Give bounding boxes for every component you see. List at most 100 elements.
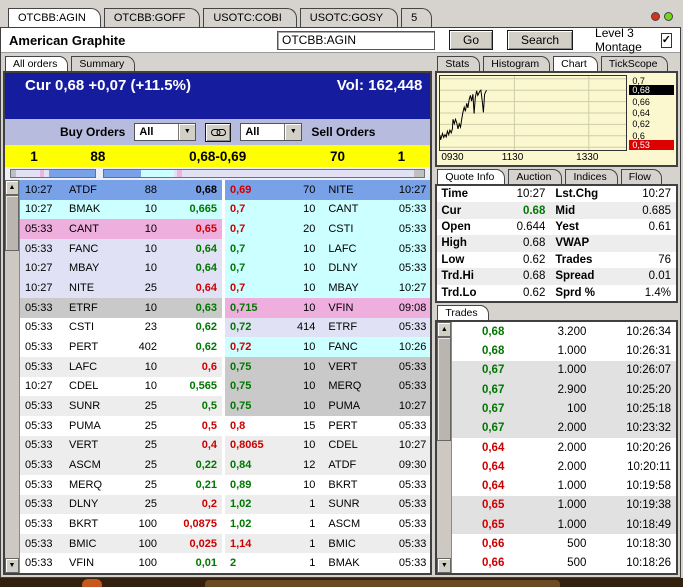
search-button[interactable]: Search: [507, 30, 574, 50]
order-row[interactable]: 05:33 ETRF 10 0,63 0,715 10 VFIN 09:08: [20, 297, 431, 318]
order-row[interactable]: 10:27 CDEL 10 0,565 0,75 10 MERQ 05:33: [20, 376, 431, 397]
trade-size: 1.000: [557, 499, 587, 512]
trades-scrollbar[interactable]: ▲ ▼: [437, 322, 453, 573]
buy-depth-bar: [10, 169, 96, 178]
tab-5[interactable]: 5: [401, 8, 433, 27]
tab-summary[interactable]: Summary: [71, 56, 136, 71]
ask-time: 05:33: [398, 380, 427, 393]
buy-filter-select[interactable]: All ▼: [134, 123, 197, 141]
ask-mmid: CSTI: [328, 223, 354, 236]
orders-scrollbar[interactable]: ▲ ▼: [5, 180, 20, 573]
bid-side: 05:33 ETRF 10 0,63: [20, 297, 222, 318]
order-row[interactable]: 05:33 LAFC 10 0,6 0,75 10 VERT 05:33: [20, 356, 431, 377]
tab-usotc-cobi[interactable]: USOTC:COBI: [203, 8, 297, 27]
bid-price: 0,2: [201, 498, 217, 511]
trade-row: 0,64 2.000 10:20:11: [452, 457, 676, 477]
bid-side: 05:33 CANT 10 0,65: [20, 219, 222, 239]
ask-size: 12: [303, 459, 316, 472]
scroll-down-icon[interactable]: ▼: [437, 558, 452, 573]
trade-size: 2.900: [557, 383, 587, 396]
order-row[interactable]: 05:33 BKRT 100 0,0875 1,02 1 ASCM 05:33: [20, 514, 431, 534]
bid-time: 05:33: [25, 537, 53, 550]
chart-plot: [439, 75, 628, 151]
order-row[interactable]: 05:33 DLNY 25 0,2 1,02 1 SUNR 05:33: [20, 494, 431, 515]
chart-tabs: Stats Histogram Chart TickScope: [435, 54, 678, 71]
scrollbar-track[interactable]: [5, 251, 19, 558]
bid-mmid: CDEL: [69, 380, 99, 393]
order-row[interactable]: 05:33 CANT 10 0,65 0,7 20 CSTI 05:33: [20, 219, 431, 239]
ask-size: 70: [303, 183, 316, 196]
order-row[interactable]: 05:33 SUNR 25 0,5 0,75 10 PUMA 10:27: [20, 396, 431, 416]
volume-line: Vol: 162,448: [336, 77, 423, 94]
quote-label: Trd.Hi: [441, 270, 474, 283]
order-row[interactable]: 10:27 BMAK 10 0,665 0,7 10 CANT 05:33: [20, 199, 431, 220]
scrollbar-thumb[interactable]: [437, 337, 452, 441]
tab-indices[interactable]: Indices: [565, 169, 618, 184]
trade-row: 0,65 1.000 10:18:49: [452, 515, 676, 535]
bid-time: 10:27: [25, 203, 53, 216]
order-row[interactable]: 10:27 MBAY 10 0,64 0,7 10 DLNY 05:33: [20, 258, 431, 279]
ask-side: 0,75 10 PUMA 10:27: [225, 396, 431, 416]
order-row[interactable]: 05:33 MERQ 25 0,21 0,89 10 BKRT 05:33: [20, 474, 431, 495]
chart-x-label: 1130: [501, 152, 524, 163]
tab-histogram[interactable]: Histogram: [483, 56, 551, 71]
scroll-up-icon[interactable]: ▲: [437, 322, 452, 337]
depth-bar-segment: [414, 170, 425, 177]
order-row[interactable]: 05:33 ASCM 25 0,22 0,84 12 ATDF 09:30: [20, 455, 431, 475]
ask-price: 0,84: [230, 459, 252, 472]
trade-size: 1.000: [557, 364, 587, 377]
sell-filter-select[interactable]: All ▼: [240, 123, 303, 141]
ask-mmid: BMAK: [328, 557, 360, 570]
tab-tickscope[interactable]: TickScope: [600, 56, 669, 71]
tab-otcbb-agin[interactable]: OTCBB:AGIN: [8, 8, 101, 27]
ask-side: 1,02 1 ASCM 05:33: [225, 514, 431, 534]
bid-time: 05:33: [25, 341, 53, 354]
chart-y-label: 0,62: [632, 119, 650, 130]
symbol-input[interactable]: [277, 30, 435, 50]
chevron-down-icon[interactable]: ▼: [178, 124, 196, 140]
order-row[interactable]: 05:33 CSTI 23 0,62 0,72 414 ETRF 05:33: [20, 317, 431, 338]
chevron-down-icon[interactable]: ▼: [284, 124, 302, 140]
tab-trades[interactable]: Trades: [437, 305, 489, 320]
order-row[interactable]: 05:33 FANC 10 0,64 0,7 10 LAFC 05:33: [20, 238, 431, 259]
ask-time: 10:26: [398, 341, 427, 354]
tab-chart[interactable]: Chart: [553, 56, 598, 71]
link-orders-button[interactable]: [205, 122, 232, 142]
level3-montage-checkbox[interactable]: ✓: [660, 32, 672, 48]
ask-side: 1,02 1 SUNR 05:33: [225, 494, 431, 515]
order-row[interactable]: 05:33 PERT 402 0,62 0,72 10 FANC 10:26: [20, 337, 431, 357]
bid-time: 10:27: [25, 380, 53, 393]
bid-size: 10: [144, 360, 157, 373]
scrollbar-thumb[interactable]: [5, 195, 19, 251]
scroll-down-icon[interactable]: ▼: [5, 558, 19, 573]
order-row[interactable]: 05:33 BMIC 100 0,025 1,14 1 BMIC 05:33: [20, 533, 431, 554]
order-row[interactable]: 10:27 NITE 25 0,64 0,7 10 MBAY 10:27: [20, 278, 431, 298]
scroll-up-icon[interactable]: ▲: [5, 180, 19, 195]
tab-usotc-gosy[interactable]: USOTC:GOSY: [299, 8, 399, 27]
ask-size: 1: [309, 498, 316, 511]
tab-otcbb-goff[interactable]: OTCBB:GOFF: [103, 8, 201, 27]
tab-auction[interactable]: Auction: [508, 169, 563, 184]
quote-value: 0.68: [522, 270, 546, 283]
scrollbar-track[interactable]: [437, 441, 451, 558]
ask-price: 0,72: [230, 321, 252, 334]
order-row[interactable]: 05:33 VERT 25 0,4 0,8065 10 CDEL 10:27: [20, 435, 431, 456]
bid-mmid: PUMA: [69, 419, 101, 432]
trade-size: 1.000: [557, 480, 587, 493]
tab-all-orders[interactable]: All orders: [5, 56, 69, 71]
tab-flow[interactable]: Flow: [620, 169, 662, 184]
orderbook-tabs: All orders Summary: [3, 54, 432, 71]
tab-stats[interactable]: Stats: [437, 56, 481, 71]
order-row[interactable]: 05:33 PUMA 25 0,5 0,8 15 PERT 05:33: [20, 415, 431, 436]
order-row[interactable]: 10:27 ATDF 88 0,68 0,69 70 NITE 10:27: [20, 180, 431, 200]
ask-side: 0,7 10 DLNY 05:33: [225, 258, 431, 279]
bid-mmid: LAFC: [69, 360, 98, 373]
order-row[interactable]: 05:33 VFIN 100 0,01 2 1 BMAK 05:33: [20, 553, 431, 574]
ask-time: 05:33: [398, 537, 427, 550]
ask-side: 0,8 15 PERT 05:33: [225, 415, 431, 436]
go-button[interactable]: Go: [449, 30, 494, 50]
bid-size: 25: [144, 498, 157, 511]
trade-time: 10:20:26: [626, 441, 671, 454]
tab-quote-info[interactable]: Quote Info: [437, 169, 506, 184]
quote-value: 10:27: [642, 188, 671, 201]
